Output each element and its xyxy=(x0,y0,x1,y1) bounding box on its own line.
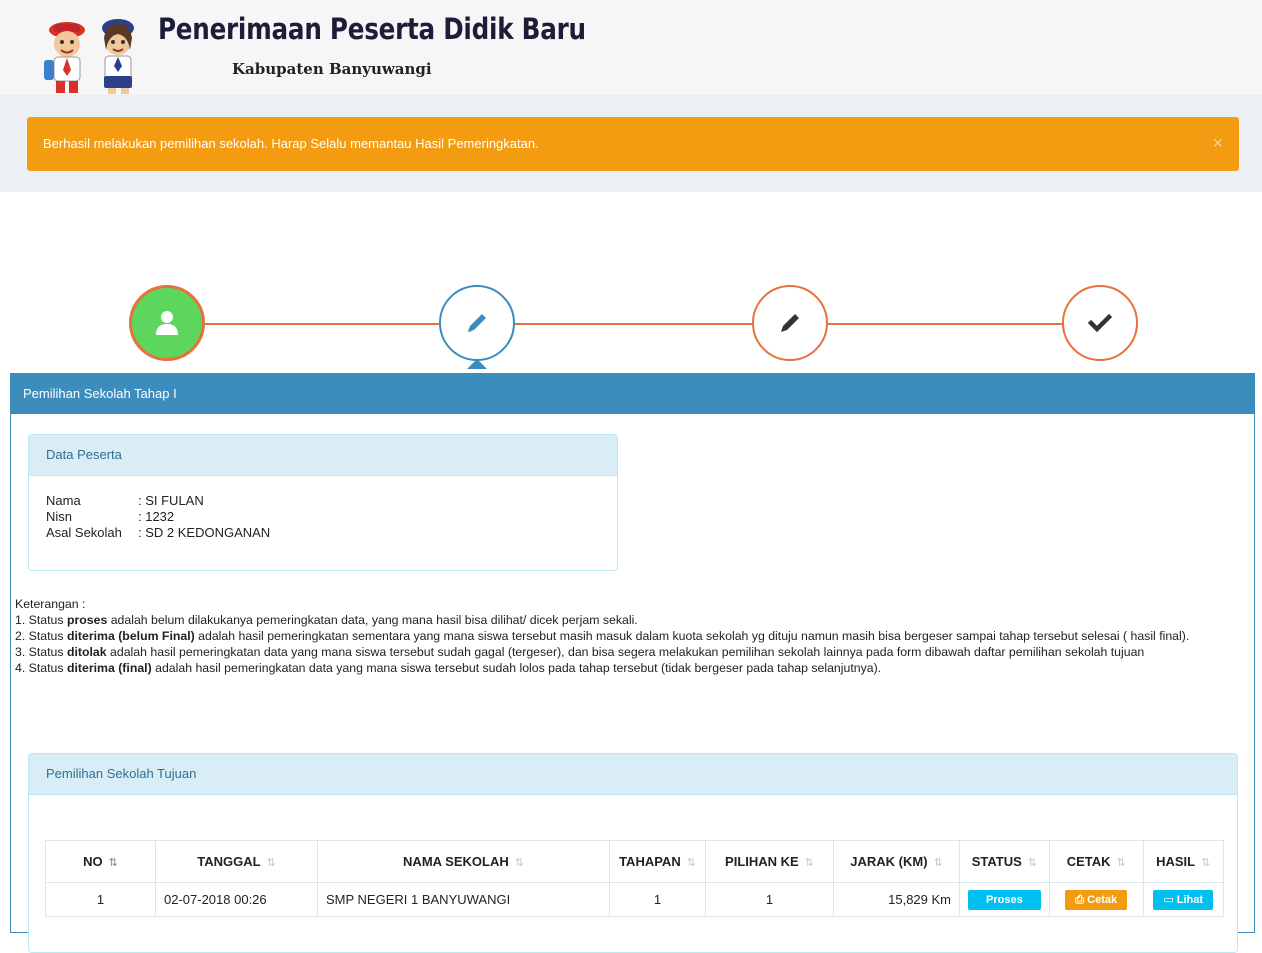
close-icon[interactable]: × xyxy=(1212,133,1223,154)
column-header-tahapan[interactable]: TAHAPAN ⇅ xyxy=(609,840,706,883)
wizard-step-3[interactable] xyxy=(752,285,828,361)
cell-jarak: 15,829 Km xyxy=(833,882,960,917)
data-peserta-panel: Data Peserta Nama : SI FULAN Nisn : 1232… xyxy=(28,434,618,571)
lihat-button[interactable]: ▭ Lihat xyxy=(1153,889,1214,910)
cell-cetak: ⎙ Cetak xyxy=(1048,882,1144,917)
site-title: Penerimaan Peserta Didik Baru xyxy=(158,12,586,46)
table-row: 1 02-07-2018 00:26 SMP NEGERI 1 BANYUWAN… xyxy=(45,882,1224,917)
wizard-step-1[interactable] xyxy=(129,285,205,361)
keterangan-item: 3. Status ditolak adalah hasil pemeringk… xyxy=(15,645,1145,659)
wizard-connector xyxy=(205,323,439,325)
sort-icon[interactable]: ⇅ xyxy=(934,857,943,869)
cell-no: 1 xyxy=(45,882,156,917)
cell-hasil: ▭ Lihat xyxy=(1142,882,1224,917)
column-header-no[interactable]: NO ⇅ xyxy=(45,840,156,883)
wizard-connector xyxy=(828,323,1062,325)
keterangan-item: 4. Status diterima (final) adalah hasil … xyxy=(15,661,882,675)
status-badge[interactable]: Proses xyxy=(968,889,1041,910)
column-header-hasil[interactable]: HASIL ⇅ xyxy=(1142,840,1224,883)
field-row: Asal Sekolah : SD 2 KEDONGANAN xyxy=(46,525,600,541)
sort-icon[interactable]: ⇅ xyxy=(1201,857,1210,869)
column-header-status[interactable]: STATUS ⇅ xyxy=(959,840,1050,883)
column-header-jarak[interactable]: JARAK (KM) ⇅ xyxy=(833,840,960,883)
print-icon: ⎙ xyxy=(1075,893,1088,906)
user-icon xyxy=(156,311,178,335)
field-label: Nisn xyxy=(46,509,73,524)
pencil-icon xyxy=(781,314,799,332)
pemilihan-table: NO ⇅ TANGGAL ⇅ NAMA SEKOLAH ⇅ TAHAPAN ⇅ PILI… xyxy=(45,840,1224,917)
sort-icon[interactable]: ⇅ xyxy=(515,857,524,869)
field-value: : 1232 xyxy=(138,509,175,524)
keterangan-item: 2. Status diterima (belum Final) adalah … xyxy=(15,629,1190,643)
cell-nama-sekolah: SMP NEGERI 1 BANYUWANGI xyxy=(317,882,610,917)
site-header: Penerimaan Peserta Didik Baru Kabupaten … xyxy=(0,0,1262,96)
sort-icon[interactable]: ⇅ xyxy=(805,857,814,869)
cell-tahapan: 1 xyxy=(609,882,706,917)
laptop-icon: ▭ xyxy=(1163,893,1177,906)
column-header-pilihan-ke[interactable]: PILIHAN KE ⇅ xyxy=(705,840,834,883)
cell-tanggal: 02-07-2018 00:26 xyxy=(155,882,318,917)
field-value: : SI FULAN xyxy=(138,493,204,508)
keterangan-heading: Keterangan : xyxy=(15,597,86,611)
sort-icon[interactable]: ⇅ xyxy=(687,857,696,869)
field-row: Nama : SI FULAN xyxy=(46,493,600,509)
cetak-button[interactable]: ⎙ Cetak xyxy=(1065,889,1128,910)
active-step-pointer xyxy=(467,359,487,369)
sort-icon[interactable]: ⇅ xyxy=(267,857,276,869)
pemilihan-sekolah-title: Pemilihan Sekolah Tujuan xyxy=(29,754,1237,795)
alert-message: Berhasil melakukan pemilihan sekolah. Ha… xyxy=(43,136,539,151)
main-panel: Pemilihan Sekolah Tahap I Data Peserta N… xyxy=(10,373,1255,953)
sort-icon[interactable]: ⇅ xyxy=(1028,857,1037,869)
column-header-nama-sekolah[interactable]: NAMA SEKOLAH ⇅ xyxy=(317,840,610,883)
wizard-step-4[interactable] xyxy=(1062,285,1138,361)
keterangan-item: 1. Status proses adalah belum dilakukany… xyxy=(15,613,638,627)
cell-status: Proses xyxy=(959,882,1050,917)
wizard-step-2[interactable] xyxy=(439,285,515,361)
column-header-cetak[interactable]: CETAK ⇅ xyxy=(1048,840,1144,883)
main-panel-title: Pemilihan Sekolah Tahap I xyxy=(11,374,1254,414)
sort-asc-icon[interactable]: ⇅ xyxy=(109,857,118,869)
column-header-tanggal[interactable]: TANGGAL ⇅ xyxy=(155,840,318,883)
field-value: : SD 2 KEDONGANAN xyxy=(138,525,271,540)
field-label: Nama xyxy=(46,493,81,508)
field-label: Asal Sekolah xyxy=(46,525,122,540)
data-peserta-title: Data Peserta xyxy=(29,435,617,476)
keterangan-section: Keterangan : 1. Status proses adalah bel… xyxy=(15,596,1251,676)
step-wizard xyxy=(0,192,1262,372)
sort-icon[interactable]: ⇅ xyxy=(1117,857,1126,869)
table-header-row: NO ⇅ TANGGAL ⇅ NAMA SEKOLAH ⇅ TAHAPAN ⇅ PILI… xyxy=(45,840,1224,883)
pencil-icon xyxy=(468,314,486,332)
field-row: Nisn : 1232 xyxy=(46,509,600,525)
cell-pilihan-ke: 1 xyxy=(705,882,834,917)
check-icon xyxy=(1087,313,1113,333)
success-alert: Berhasil melakukan pemilihan sekolah. Ha… xyxy=(27,117,1239,171)
site-subtitle: Kabupaten Banyuwangi xyxy=(232,60,432,78)
mascot-logo xyxy=(44,19,134,94)
alert-area: Berhasil melakukan pemilihan sekolah. Ha… xyxy=(0,96,1262,192)
wizard-connector xyxy=(515,323,752,325)
